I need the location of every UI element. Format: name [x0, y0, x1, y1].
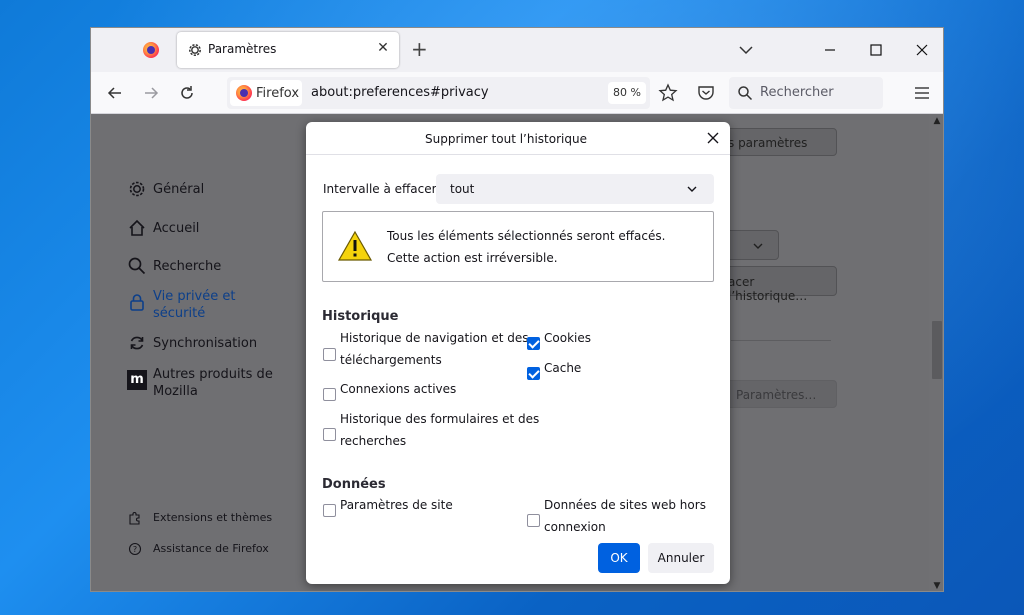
checkbox-browsing-history[interactable]: [323, 348, 336, 361]
chevron-down-icon: [687, 186, 697, 192]
close-window-icon[interactable]: [912, 40, 932, 60]
cache-label: Cache: [544, 361, 582, 375]
range-select[interactable]: tout: [436, 174, 714, 204]
sidebar-item-home[interactable]: Accueil: [153, 220, 199, 237]
sidebar-extensions-themes[interactable]: Extensions et thèmes: [153, 511, 272, 524]
identity-box[interactable]: Firefox: [230, 80, 302, 106]
sidebar-item-general[interactable]: Général: [153, 181, 204, 198]
search-icon: [128, 257, 146, 275]
range-label: Intervalle à effacer :: [323, 182, 445, 196]
scroll-up-icon[interactable]: ▲: [932, 116, 942, 126]
clear-history-text: acer l’historique…: [728, 275, 808, 303]
identity-label: Firefox: [256, 86, 300, 101]
bookmark-star-icon[interactable]: [657, 82, 679, 104]
scroll-down-icon[interactable]: ▼: [932, 581, 942, 591]
checkbox-cookies[interactable]: [527, 337, 540, 350]
search-placeholder: Rechercher: [760, 85, 834, 100]
url-text[interactable]: about:preferences#privacy: [311, 85, 489, 100]
help-icon: ?: [128, 542, 142, 556]
lock-icon: [130, 294, 144, 311]
checkbox-offline-data[interactable]: [527, 514, 540, 527]
checkbox-form-history[interactable]: [323, 428, 336, 441]
sidebar-firefox-support[interactable]: Assistance de Firefox: [153, 542, 269, 555]
gear-icon: [129, 181, 145, 197]
cookies-label: Cookies: [544, 331, 591, 345]
data-heading: Données: [322, 477, 386, 492]
dialog-divider: [306, 154, 730, 155]
reload-icon[interactable]: [176, 82, 198, 104]
scrollbar[interactable]: ▲ ▼: [929, 114, 943, 591]
chevron-down-icon[interactable]: [736, 40, 756, 60]
tab-title: Paramètres: [208, 42, 277, 56]
checkbox-active-logins[interactable]: [323, 388, 336, 401]
gear-icon: [189, 44, 201, 56]
search-icon: [738, 86, 753, 101]
warning-text-line1: Tous les éléments sélectionnés seront ef…: [387, 229, 666, 243]
pocket-icon[interactable]: [695, 82, 717, 104]
dialog-title: Supprimer tout l’historique: [425, 132, 587, 146]
hamburger-menu-icon[interactable]: [911, 82, 933, 104]
offline-data-label-1: Données de sites web hors: [544, 498, 706, 512]
sidebar-item-sync[interactable]: Synchronisation: [153, 335, 257, 352]
home-icon: [129, 219, 145, 236]
firefox-view-icon[interactable]: [143, 42, 159, 58]
cancel-button[interactable]: Annuler: [648, 543, 714, 573]
puzzle-icon: [129, 512, 140, 525]
active-logins-label: Connexions actives: [340, 382, 457, 396]
tab-settings[interactable]: Paramètres ✕: [177, 32, 399, 68]
warning-icon: [337, 230, 373, 261]
offline-data-label-2: connexion: [544, 520, 606, 534]
navigation-bar: Firefox about:preferences#privacy 80 % R…: [91, 72, 943, 114]
checkbox-site-settings[interactable]: [323, 504, 336, 517]
browser-window: Paramètres ✕ + Firefox about:preferences…: [90, 27, 944, 592]
warning-box: Tous les éléments sélectionnés seront ef…: [322, 211, 714, 282]
divider: [731, 340, 831, 341]
tab-strip: Paramètres ✕ +: [91, 28, 943, 72]
browsing-history-label-2: téléchargements: [340, 353, 442, 367]
new-tab-button[interactable]: +: [411, 37, 428, 61]
history-heading: Historique: [322, 309, 399, 324]
chevron-down-icon: [753, 243, 763, 249]
browsing-history-label-1: Historique de navigation et des: [340, 331, 529, 345]
settings-button-text: Paramètres…: [736, 388, 817, 402]
url-bar[interactable]: Firefox about:preferences#privacy 80 %: [227, 77, 650, 109]
site-settings-label: Paramètres de site: [340, 498, 453, 512]
scroll-thumb[interactable]: [932, 321, 942, 379]
maximize-icon[interactable]: [866, 40, 886, 60]
firefox-logo-icon: [236, 85, 252, 101]
find-in-settings-text: s paramètres: [728, 136, 808, 150]
sidebar-item-privacy[interactable]: Vie privée et sécurité: [153, 288, 263, 322]
sidebar-item-mozilla-products[interactable]: Autres produits de Mozilla: [153, 366, 273, 400]
ok-button[interactable]: OK: [598, 543, 640, 573]
tab-close-icon[interactable]: ✕: [375, 40, 391, 56]
checkbox-cache[interactable]: [527, 367, 540, 380]
mozilla-icon: m: [127, 370, 147, 390]
clear-history-dialog: Supprimer tout l’historique Intervalle à…: [306, 122, 730, 584]
forward-arrow-icon[interactable]: [140, 82, 162, 104]
form-history-label-2: recherches: [340, 434, 407, 448]
zoom-indicator[interactable]: 80 %: [608, 82, 646, 104]
form-history-label-1: Historique des formulaires et des: [340, 412, 540, 426]
back-arrow-icon[interactable]: [104, 82, 126, 104]
sync-icon: [130, 336, 144, 350]
range-value: tout: [450, 182, 475, 196]
sidebar-item-search[interactable]: Recherche: [153, 258, 221, 275]
close-icon[interactable]: [705, 130, 721, 146]
search-box[interactable]: Rechercher: [729, 77, 883, 109]
warning-text-line2: Cette action est irréversible.: [387, 251, 558, 265]
svg-text:?: ?: [133, 545, 137, 554]
minimize-icon[interactable]: [820, 40, 840, 60]
